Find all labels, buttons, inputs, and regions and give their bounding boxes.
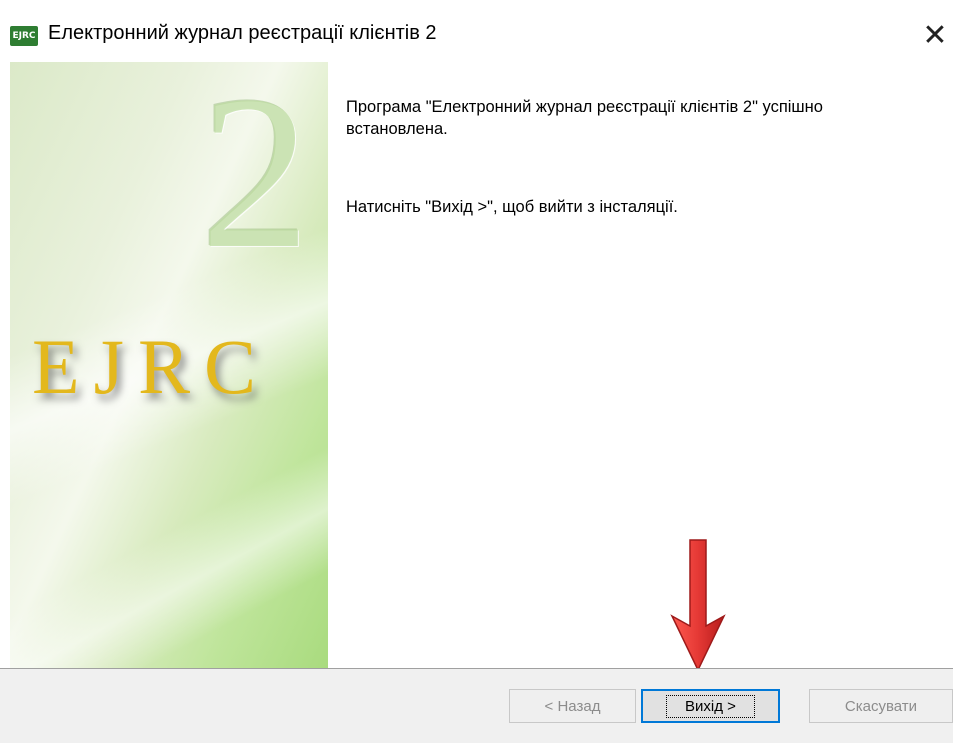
- completion-message: Програма "Електронний журнал реєстрації …: [346, 98, 823, 138]
- wizard-content: Програма "Електронний журнал реєстрації …: [328, 62, 953, 668]
- back-button[interactable]: < Назад: [509, 689, 636, 723]
- app-icon: EJRC: [10, 26, 38, 46]
- version-digit: 2: [200, 62, 310, 294]
- brand-logo-text: EJRC: [32, 323, 271, 410]
- arrow-down-icon: [670, 539, 726, 672]
- exit-instruction: Натисніть "Вихід >", щоб вийти з інсталя…: [346, 198, 678, 216]
- cancel-button[interactable]: Скасувати: [809, 689, 953, 723]
- exit-button-label: Вихід >: [666, 694, 755, 718]
- title-bar: EJRC Електронний журнал реєстрації клієн…: [0, 0, 953, 62]
- exit-button[interactable]: Вихід >: [641, 689, 780, 723]
- wizard-footer: < Назад Вихід > Скасувати: [0, 668, 953, 743]
- window-title: Електронний журнал реєстрації клієнтів 2: [48, 22, 437, 44]
- installer-side-banner: 2 EJRC: [10, 62, 328, 668]
- close-button[interactable]: ✕: [917, 18, 953, 54]
